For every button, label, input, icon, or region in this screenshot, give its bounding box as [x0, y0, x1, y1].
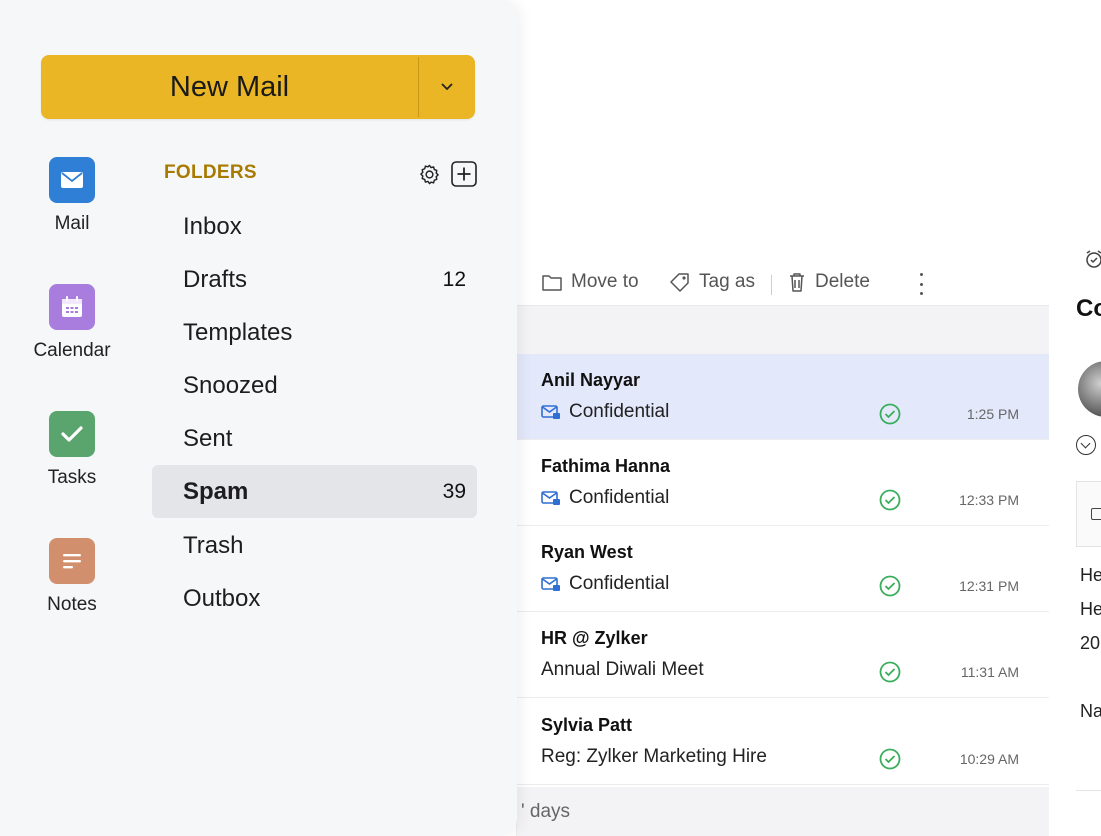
message-sender: HR @ Zylker — [541, 628, 648, 648]
sender-avatar[interactable] — [1078, 361, 1101, 417]
folder-name: Spam — [183, 477, 249, 505]
message-subject: Confidential — [541, 487, 669, 509]
folder-count: 12 — [442, 267, 466, 291]
tag-icon — [670, 273, 689, 292]
new-mail-dropdown[interactable] — [419, 55, 475, 119]
notes-icon — [49, 538, 95, 584]
body-line: He — [1080, 599, 1101, 619]
message-subject: Annual Diwali Meet — [541, 659, 704, 681]
message-row[interactable]: Sylvia Patt Reg: Zylker Marketing Hire 1… — [517, 699, 1049, 785]
message-time: 12:31 PM — [959, 578, 1019, 594]
folder-inbox[interactable]: Inbox — [152, 200, 477, 253]
folder-icon — [542, 275, 562, 291]
app-notes[interactable]: Notes — [17, 538, 127, 616]
list-toolbar: Move to Tag as Delete — [517, 215, 1049, 306]
message-subject: Confidential — [541, 401, 669, 423]
expand-details-icon[interactable] — [1076, 435, 1096, 455]
message-time: 10:29 AM — [959, 751, 1019, 767]
folder-templates[interactable]: Templates — [152, 306, 477, 359]
app-calendar[interactable]: Calendar — [17, 284, 127, 362]
folder-count: 39 — [442, 479, 466, 503]
app-mail[interactable]: Mail — [17, 157, 127, 235]
folder-drafts[interactable]: Drafts 12 — [152, 253, 477, 306]
move-to-button[interactable]: Move to — [541, 271, 639, 293]
body-line: Na — [1080, 701, 1101, 721]
message-row[interactable]: Fathima Hanna Confidential 12:33 PM — [517, 440, 1049, 526]
new-mail-split-button: New Mail — [41, 55, 475, 119]
folder-name: Drafts — [183, 265, 248, 293]
envelope-icon — [1091, 508, 1101, 520]
toolbar-separator — [771, 275, 772, 295]
message-time: 1:25 PM — [966, 406, 1019, 422]
folder-snoozed[interactable]: Snoozed — [152, 359, 477, 412]
delete-label: Delete — [815, 271, 870, 292]
folder-spam[interactable]: Spam 39 — [152, 465, 477, 518]
message-subject: Confidential — [541, 573, 669, 595]
folder-sent[interactable]: Sent — [152, 412, 477, 465]
tag-as-button[interactable]: Tag as — [669, 271, 755, 293]
app-tasks[interactable]: Tasks — [17, 411, 127, 489]
message-subject-text: Confidential — [569, 401, 670, 422]
check-circle-icon[interactable] — [879, 403, 901, 425]
chevron-down-icon — [441, 83, 453, 91]
gear-icon[interactable] — [418, 163, 441, 186]
message-list: Move to Tag as Delete Anil Nayyar Confid… — [516, 215, 1049, 836]
divider — [1076, 790, 1101, 791]
folder-name: Sent — [183, 424, 233, 452]
check-circle-icon[interactable] — [879, 661, 901, 683]
app-label: Mail — [54, 213, 90, 234]
message-subject-text: Confidential — [569, 487, 670, 508]
attachment-box[interactable] — [1076, 481, 1101, 547]
message-subject-text: Annual Diwali Meet — [541, 659, 704, 680]
message-sender: Anil Nayyar — [541, 370, 641, 390]
message-time: 12:33 PM — [959, 492, 1019, 508]
move-to-label: Move to — [571, 271, 639, 292]
group-header — [517, 306, 1049, 354]
reading-pane-subject: Co — [1076, 295, 1101, 322]
reading-pane: Co He He 20 Na — [1048, 215, 1101, 836]
add-folder-icon[interactable] — [451, 161, 477, 187]
body-line: 20 — [1080, 633, 1101, 653]
message-sender: Fathima Hanna — [541, 456, 671, 476]
message-row[interactable]: Anil Nayyar Confidential 1:25 PM — [517, 354, 1049, 440]
folder-trash[interactable]: Trash — [152, 519, 477, 572]
encrypted-mail-icon — [541, 491, 560, 505]
message-subject: Reg: Zylker Marketing Hire — [541, 746, 767, 768]
folder-name: Inbox — [183, 212, 242, 240]
message-subject-text: Confidential — [569, 573, 670, 594]
body-line: He — [1080, 565, 1101, 585]
encrypted-mail-icon — [541, 577, 560, 591]
mail-icon — [49, 157, 95, 203]
app-label: Tasks — [47, 467, 97, 488]
new-mail-button[interactable]: New Mail — [41, 55, 418, 119]
message-sender: Sylvia Patt — [541, 715, 633, 735]
app-label: Calendar — [33, 340, 111, 361]
group-header: ' days — [517, 787, 1049, 836]
delete-button[interactable]: Delete — [787, 271, 870, 293]
message-subject-text: Reg: Zylker Marketing Hire — [541, 746, 767, 767]
folder-name: Templates — [183, 318, 293, 346]
message-row[interactable]: Ryan West Confidential 12:31 PM — [517, 526, 1049, 612]
trash-icon — [790, 273, 804, 292]
folder-outbox[interactable]: Outbox — [152, 572, 477, 625]
sidebar: New Mail Mail Calendar Tasks Notes FOLDE… — [0, 0, 517, 836]
message-row[interactable]: HR @ Zylker Annual Diwali Meet 11:31 AM — [517, 612, 1049, 698]
calendar-icon — [49, 284, 95, 330]
folder-name: Outbox — [183, 584, 261, 612]
check-circle-icon[interactable] — [879, 575, 901, 597]
check-circle-icon[interactable] — [879, 489, 901, 511]
message-sender: Ryan West — [541, 542, 633, 562]
encrypted-mail-icon — [541, 405, 560, 419]
folders-heading: FOLDERS — [164, 162, 257, 183]
check-icon — [49, 411, 95, 457]
more-options-icon[interactable] — [915, 273, 927, 295]
tag-as-label: Tag as — [699, 271, 755, 292]
folder-name: Snoozed — [183, 371, 278, 399]
message-time: 11:31 AM — [960, 664, 1019, 680]
folder-name: Trash — [183, 531, 244, 559]
group-label: ' days — [521, 801, 571, 822]
app-label: Notes — [47, 594, 97, 615]
check-circle-icon[interactable] — [879, 748, 901, 770]
reminder-icon[interactable] — [1084, 249, 1101, 269]
